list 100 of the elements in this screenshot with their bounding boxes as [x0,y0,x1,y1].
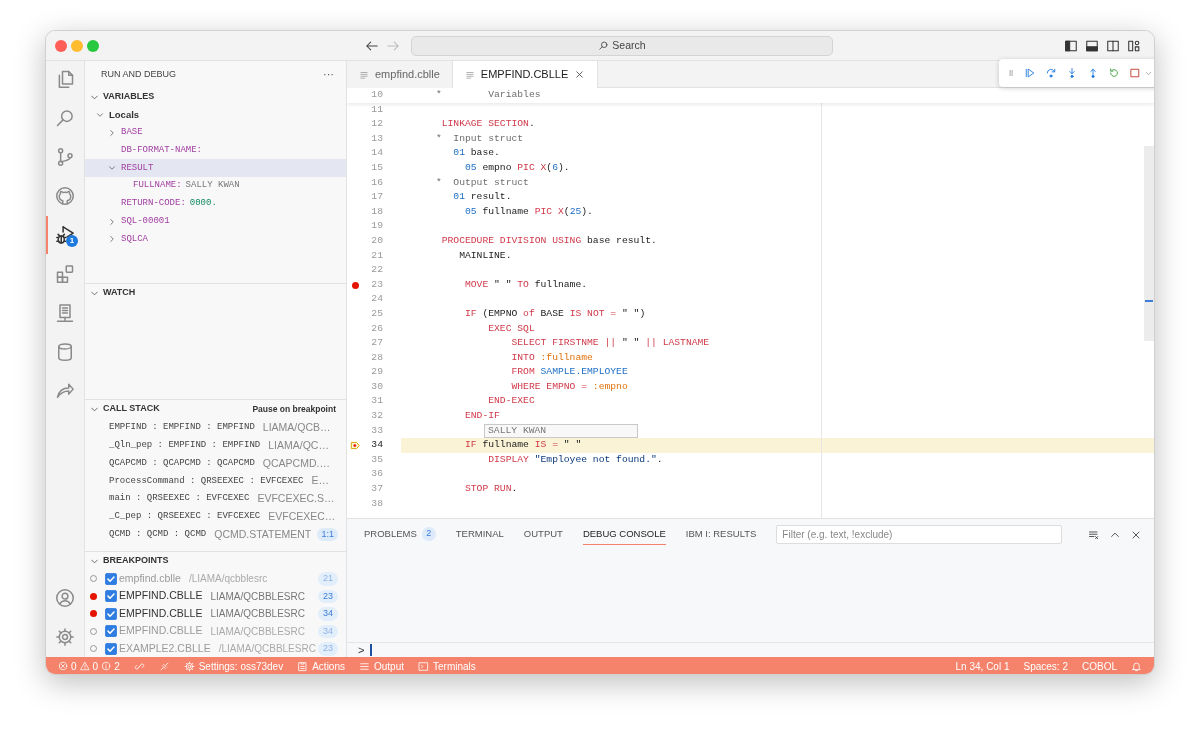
variable-name[interactable]: SQL-00001 [121,214,170,229]
editor-tab[interactable]: EMPFIND.CBLLE [452,61,599,88]
close-button[interactable] [55,39,67,52]
drag-handle-icon[interactable] [1007,67,1015,79]
line-number: 34 [318,607,338,621]
active-indicator [46,216,48,254]
section-title[interactable]: BREAKPOINTS [103,554,169,568]
cat-logo-icon[interactable] [55,186,75,206]
section-title[interactable]: WATCH [103,286,136,300]
stack-frame[interactable]: QCAPCMD : QCAPCMD : QCAPCMD [109,456,255,471]
chevron-icon[interactable] [107,127,117,138]
stack-frame[interactable]: EMPFIND : EMPFIND : EMPFIND [109,421,255,435]
line-position: 1:1 [317,527,338,542]
variable-name[interactable]: FULLNAME: [133,179,182,193]
line-number: 24 [370,292,383,307]
code-line: * Output struct [434,175,529,190]
debug-status: Pause on breakpoint [252,402,336,416]
checkbox[interactable] [105,590,117,603]
line-number: 35 [370,452,383,467]
settings-icon[interactable] [55,627,75,647]
search-icon [598,40,610,51]
tab-label[interactable]: EMPFIND.CBLLE [480,66,569,83]
checkbox[interactable] [105,607,117,620]
restart-icon[interactable] [1108,67,1120,79]
back-arrow-icon[interactable] [365,38,379,53]
panel-tab[interactable]: IBM I: RESULTS [685,524,757,545]
stack-frame[interactable]: _C_pep : QRSEEXEC : EVFCEXEC [109,510,261,524]
variable-name[interactable]: RESULT [121,161,154,176]
breakpoint-path: LIAMA/QCBBLESRC [210,624,305,639]
continue-icon[interactable] [1024,67,1036,79]
variable-value: SALLY KWAN [185,179,240,193]
code-line: * Input struct [434,131,524,146]
extensions-icon[interactable] [55,264,75,284]
stack-frame[interactable]: ProcessCommand : QRSEEXEC : EVFCEXEC [109,474,304,489]
step-over-icon[interactable] [1045,67,1057,79]
code-line: * Variables [434,88,541,102]
scope-label[interactable]: Locals [109,107,140,122]
line-number: 31 [370,394,383,409]
breakpoint-path: LIAMA/QCBBLESRC [210,607,305,622]
line-number: 23 [318,642,338,656]
maximize-button[interactable] [87,39,99,52]
breakpoint-path: LIAMA/QCBBLESRC [210,589,305,604]
chevron-icon[interactable] [107,234,117,245]
step-into-icon[interactable] [1066,67,1078,79]
panel-tab[interactable]: TERMINAL [455,524,504,545]
variable-name[interactable]: BASE [121,125,143,140]
filter-field[interactable]: Filter (e.g. text, !exclude) [776,525,1062,544]
code-line: 01 base. [452,146,500,161]
split-layout-icon[interactable] [1106,38,1120,53]
curved-arrow-icon[interactable] [55,381,75,401]
checkbox[interactable] [105,625,117,638]
stack-frame[interactable]: main : QRSEEXEC : EVFCEXEC [109,492,250,506]
stop-icon[interactable] [1129,67,1141,79]
text-cursor [370,644,372,656]
database-icon[interactable] [55,342,75,362]
sidebar-layout-icon[interactable] [1064,38,1078,53]
variable-name[interactable]: DB-FORMAT-NAME: [121,143,202,158]
frame-source: E… [311,473,329,489]
section-title[interactable]: VARIABLES [103,90,155,104]
step-out-icon[interactable] [1087,67,1099,79]
forward-arrow-icon[interactable] [386,38,400,53]
checkbox[interactable] [105,572,117,585]
frame-source: LIAMA/QC… [268,437,329,453]
tab-label[interactable]: empfind.cblle [375,66,440,83]
code-line: DISPLAY "Employee not found.". [487,452,663,467]
panel-tab[interactable]: OUTPUT [523,524,563,545]
clipboard-icon [297,660,309,672]
breakpoint-file[interactable]: EMPFIND.CBLLE [119,588,203,605]
stack-frame[interactable]: QCMD : QCMD : QCMD [109,527,207,542]
section-title[interactable]: CALL STACK [103,402,160,416]
scrollbar-thumb[interactable] [1144,146,1154,341]
close-icon[interactable] [574,69,586,80]
run-debug-icon[interactable] [55,225,75,245]
link-icon[interactable] [133,660,145,672]
variable-name[interactable]: RETURN-CODE: [121,197,186,211]
code-line: 05 fullname PIC X(25). [463,204,593,219]
search-icon[interactable] [55,108,75,128]
panel-layout-icon[interactable] [1085,38,1099,53]
source-control-icon[interactable] [55,147,75,167]
search-box[interactable]: Search [411,35,833,56]
breakpoint-file[interactable]: EMPFIND.CBLLE [119,605,203,622]
more-actions-button[interactable]: ··· [323,69,334,80]
panel-tab[interactable]: DEBUG CONSOLE [582,524,666,545]
line-number: 16 [370,175,383,190]
server-icon[interactable] [55,303,75,323]
plug-icon[interactable] [158,660,170,672]
stack-frame[interactable]: _Qln_pep : EMPFIND : EMPFIND [109,438,261,453]
line-number: 38 [370,496,383,511]
editor-tab[interactable]: empfind.cblle [347,61,453,88]
notification-count: 1 [66,235,78,247]
code-line: STOP RUN. [463,482,518,497]
code-line: MAINLINE. [458,248,512,263]
customize-layout-icon[interactable] [1127,38,1141,53]
clear-console-icon[interactable] [1088,528,1100,541]
bell-icon[interactable] [1131,660,1142,672]
variable-name[interactable]: SQLCA [121,232,148,247]
account-icon[interactable] [55,588,75,608]
checkbox[interactable] [105,642,117,655]
chevron-icon[interactable] [107,216,117,227]
panel-tab[interactable]: PROBLEMS 2 [364,524,436,545]
